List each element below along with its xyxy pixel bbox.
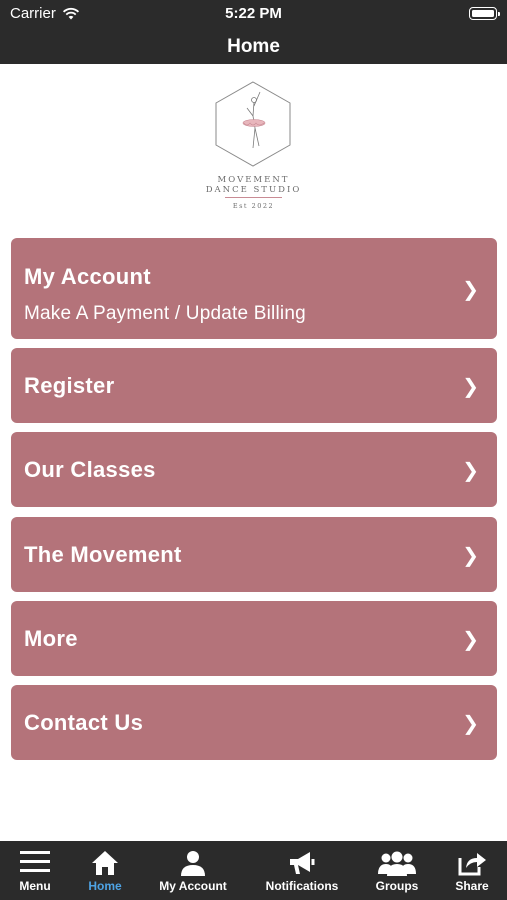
tab-label: Groups [375,879,419,893]
share-icon [458,853,486,876]
tab-menu[interactable]: Menu [0,841,70,900]
tab-label: Share [455,879,489,893]
studio-logo [215,81,291,167]
menu-item-label: Contact Us [24,710,144,735]
hamburger-icon [20,851,50,872]
chevron-right-icon: ❯ [462,629,479,651]
tab-share[interactable]: Share [437,841,507,900]
logo-text-line1: MOVEMENT [217,175,290,185]
tab-bar: Menu Home My Account Notifications Group… [0,841,507,900]
tab-groups[interactable]: Groups [362,841,432,900]
menu-item-label: My Account [24,264,151,289]
menu-item-label: More [24,626,78,651]
menu-item-label: Register [24,373,115,398]
tab-label: My Account [159,879,227,893]
top-bar: Carrier 5:22 PM Home [0,0,507,64]
menu-item-the-movement[interactable]: The Movement ❯ [11,517,497,592]
logo-divider [225,197,282,198]
tab-my-account[interactable]: My Account [145,841,241,900]
status-time: 5:22 PM [225,5,282,22]
menu-item-my-account[interactable]: My Account Make A Payment / Update Billi… [11,238,497,339]
status-bar: Carrier 5:22 PM [0,0,507,28]
tab-label: Menu [19,879,51,893]
chevron-right-icon: ❯ [462,376,479,398]
chevron-right-icon: ❯ [462,460,479,482]
logo-text-line3: Est 2022 [232,202,275,210]
tab-notifications[interactable]: Notifications [254,841,350,900]
menu-item-label: Our Classes [24,457,156,482]
group-icon [378,851,416,876]
battery-icon [469,7,500,20]
chevron-right-icon: ❯ [462,545,479,567]
menu-item-register[interactable]: Register ❯ [11,348,497,423]
menu-item-label: The Movement [24,542,182,567]
menu-item-our-classes[interactable]: Our Classes ❯ [11,432,497,507]
menu-item-subtitle: Make A Payment / Update Billing [24,303,306,324]
page-title: Home [227,36,280,57]
tab-home[interactable]: Home [70,841,140,900]
menu-item-contact-us[interactable]: Contact Us ❯ [11,685,497,760]
megaphone-icon [290,852,315,874]
tab-label: Home [88,879,122,893]
person-icon [181,851,205,876]
menu-item-more[interactable]: More ❯ [11,601,497,676]
tab-label: Notifications [265,879,339,893]
chevron-right-icon: ❯ [462,713,479,735]
home-icon [92,851,118,875]
chevron-right-icon: ❯ [462,279,479,301]
logo-text-line2: DANCE STUDIO [205,185,302,195]
